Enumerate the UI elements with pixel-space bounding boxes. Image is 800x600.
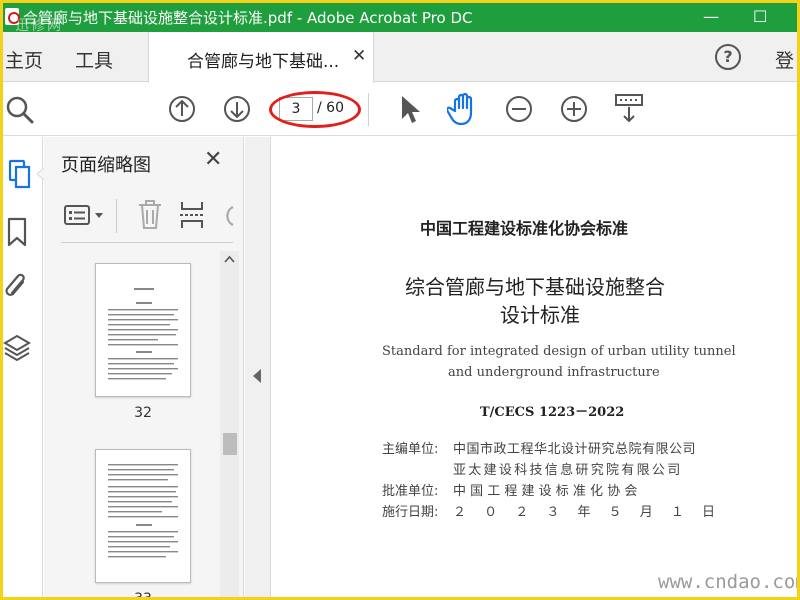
close-icon[interactable]: ✕	[352, 46, 366, 66]
zoom-out-icon[interactable]	[504, 94, 534, 124]
toolbar-divider	[368, 93, 369, 126]
tab-tools[interactable]: 工具	[75, 46, 113, 73]
doc-editor-1: 中国市政工程华北设计研究总院有限公司	[453, 442, 697, 457]
trash-icon[interactable]	[136, 199, 164, 231]
doc-title-line2: 设计标准	[500, 303, 580, 327]
search-icon[interactable]	[5, 95, 35, 125]
doc-approver: 中 国 工 程 建 设 标 准 化 协 会	[453, 484, 638, 499]
main-toolbar: 3 / 60	[3, 83, 797, 136]
rotate-icon[interactable]	[219, 201, 235, 231]
doc-tab-label: 合管廊与地下基础...	[187, 52, 340, 72]
maximize-button[interactable]: ☐	[753, 7, 767, 26]
options-menu-icon[interactable]	[63, 203, 107, 229]
scrollbar-thumb[interactable]	[223, 433, 237, 455]
previous-page-icon[interactable]	[167, 94, 197, 124]
thumbnail-label: 32	[134, 405, 152, 421]
select-cursor-icon[interactable]	[399, 93, 421, 125]
page-layout-icon[interactable]	[614, 93, 644, 125]
panel-title: 页面缩略图	[61, 155, 151, 176]
collapse-arrow-icon[interactable]	[253, 369, 261, 383]
doc-editor-label: 主编单位:	[382, 442, 439, 457]
red-annotation-circle	[269, 91, 361, 128]
doc-english-title-line1: Standard for integrated design of urban …	[382, 344, 736, 359]
bookmark-icon[interactable]	[5, 217, 29, 247]
tab-home[interactable]: 主页	[5, 46, 43, 73]
attachment-icon[interactable]	[3, 272, 31, 304]
panel-toolbar	[61, 193, 235, 243]
scroll-up-icon[interactable]	[224, 255, 235, 263]
navigation-rail	[3, 137, 45, 597]
page-thumbnails-icon[interactable]	[7, 159, 33, 189]
doc-standard-code: T/CECS 1223－2022	[480, 405, 625, 420]
document-view[interactable]: 中国工程建设标准化协会标准 综合管廊与地下基础设施整合 设计标准 Standar…	[272, 137, 797, 597]
window-title: 合管廊与地下基础设施整合设计标准.pdf - Adobe Acrobat Pro…	[23, 9, 473, 27]
minimize-button[interactable]: —	[703, 7, 719, 26]
doc-editor-2: 亚太建设科技信息研究院有限公司	[453, 463, 683, 478]
panel-toolbar-divider	[116, 199, 117, 233]
zoom-in-icon[interactable]	[559, 94, 589, 124]
doc-organization: 中国工程建设标准化协会标准	[420, 219, 629, 238]
page-thumbnail[interactable]	[95, 263, 191, 397]
app-window: 合管廊与地下基础设施整合设计标准.pdf - Adobe Acrobat Pro…	[3, 3, 797, 597]
thumbnail-panel: 页面缩略图 ✕ 32	[44, 137, 244, 597]
tab-document[interactable]: 合管廊与地下基础... ✕	[148, 32, 374, 83]
doc-title-line1: 综合管廊与地下基础设施整合	[405, 275, 665, 299]
layers-icon[interactable]	[3, 333, 31, 363]
doc-english-title-line2: and underground infrastructure	[448, 365, 660, 380]
page-thumbnail-preview	[108, 288, 178, 380]
doc-effective-date: ２ ０ ２ ３ 年 ５ 月 １ 日	[453, 505, 716, 520]
next-page-icon[interactable]	[222, 94, 252, 124]
watermark-bottom: www.cndao.com	[658, 571, 797, 593]
hand-tool-icon[interactable]	[447, 91, 481, 127]
close-icon[interactable]: ✕	[204, 147, 222, 172]
tab-bar: 主页 工具 合管廊与地下基础... ✕ ? 登	[3, 32, 797, 83]
page-thumbnail-preview	[108, 464, 178, 558]
thumbnail-scrollbar[interactable]	[220, 251, 239, 597]
panel-collapse-strip[interactable]	[245, 137, 271, 597]
help-icon[interactable]: ?	[715, 44, 741, 70]
thumbnail-label: 33	[95, 591, 191, 597]
sign-in-link[interactable]: 登	[775, 46, 794, 73]
doc-date-label: 施行日期:	[382, 505, 439, 520]
page-thumbnail[interactable]	[95, 449, 191, 583]
title-bar: 合管廊与地下基础设施整合设计标准.pdf - Adobe Acrobat Pro…	[3, 3, 797, 34]
insert-page-icon[interactable]	[179, 199, 205, 231]
doc-approver-label: 批准单位:	[382, 484, 439, 499]
